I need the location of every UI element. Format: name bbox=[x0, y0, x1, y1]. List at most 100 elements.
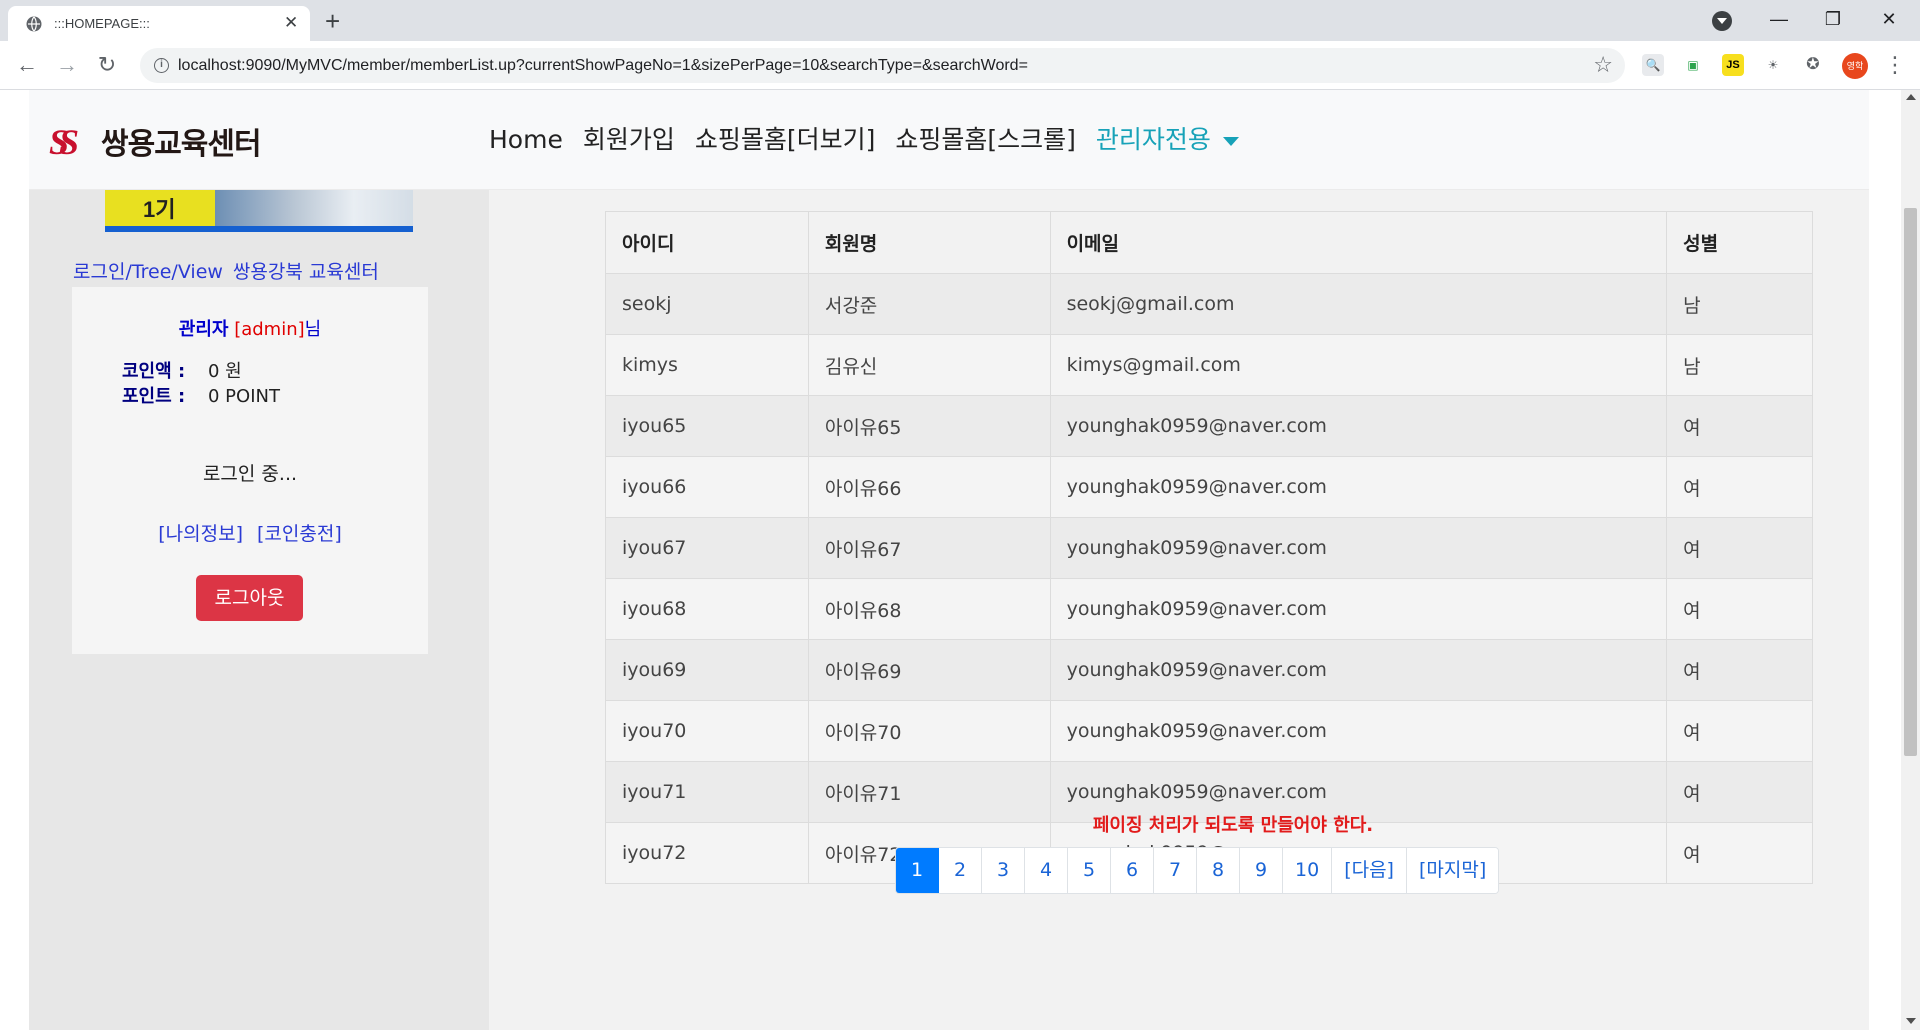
cell-gender: 남 bbox=[1666, 273, 1813, 335]
address-bar[interactable]: i localhost:9090/MyMVC/member/memberList… bbox=[140, 48, 1625, 83]
tab-search-icon[interactable] bbox=[1712, 11, 1732, 31]
cell-gender: 남 bbox=[1666, 334, 1813, 396]
menu-shop-scroll[interactable]: 쇼핑몰홈[스크롤] bbox=[885, 123, 1086, 157]
scroll-thumb[interactable] bbox=[1904, 208, 1917, 756]
account-links: [나의정보] [코인충전] bbox=[72, 519, 428, 546]
cell-name: 아이유67 bbox=[807, 517, 1051, 579]
page-link[interactable]: [마지막] bbox=[1406, 848, 1499, 893]
login-tree-view-link[interactable]: 로그인/Tree/View bbox=[73, 261, 223, 283]
logo-mark: SS bbox=[49, 122, 79, 162]
forward-arrow-icon[interactable]: → bbox=[52, 50, 82, 80]
cell-email: younghak0959@naver.com bbox=[1049, 456, 1668, 518]
back-arrow-icon[interactable]: ← bbox=[12, 50, 42, 80]
login-status: 로그인 중... bbox=[202, 463, 298, 485]
page-link[interactable]: 5 bbox=[1068, 848, 1111, 893]
cell-email: younghak0959@naver.com bbox=[1049, 517, 1668, 579]
page-link[interactable]: [다음] bbox=[1332, 848, 1407, 893]
table-row[interactable]: iyou65 아이유65 younghak0959@naver.com 여 bbox=[605, 395, 1813, 457]
table-row[interactable]: seokj 서강준 seokj@gmail.com 남 bbox=[605, 273, 1813, 335]
cell-id: iyou66 bbox=[605, 456, 809, 518]
center-link[interactable]: 쌍용강북 교육센터 bbox=[233, 261, 379, 283]
cell-email: seokj@gmail.com bbox=[1049, 273, 1668, 335]
tab-title: :::HOMEPAGE::: bbox=[54, 16, 150, 31]
cell-gender: 여 bbox=[1666, 639, 1813, 701]
restore-icon[interactable]: ❐ bbox=[1810, 4, 1856, 34]
page-link[interactable]: 10 bbox=[1283, 848, 1333, 893]
browser-tab[interactable]: :::HOMEPAGE::: ✕ bbox=[8, 6, 310, 41]
user-greeting: 관리자 [admin]님 bbox=[72, 315, 428, 341]
sidebar: 1기 로그인/Tree/View 쌍용강북 교육센터 관리자 [admin]님 코… bbox=[29, 190, 489, 1030]
menu-home[interactable]: Home bbox=[479, 123, 573, 157]
caret-down-icon bbox=[1222, 136, 1239, 146]
cell-email: younghak0959@naver.com bbox=[1049, 639, 1668, 701]
cell-email: younghak0959@naver.com bbox=[1049, 700, 1668, 762]
cell-gender: 여 bbox=[1666, 700, 1813, 762]
header-id: 아이디 bbox=[605, 211, 809, 274]
page-link[interactable]: 7 bbox=[1154, 848, 1197, 893]
page-link[interactable]: 4 bbox=[1025, 848, 1068, 893]
point-label: 포인트 : bbox=[122, 386, 186, 407]
table-row[interactable]: kimys 김유신 kimys@gmail.com 남 bbox=[605, 334, 1813, 396]
cell-id: iyou68 bbox=[605, 578, 809, 640]
tab-close-icon[interactable]: ✕ bbox=[284, 13, 298, 33]
url-text[interactable]: localhost:9090/MyMVC/member/memberList.u… bbox=[178, 57, 1028, 75]
header-gender: 성별 bbox=[1666, 211, 1813, 274]
page-link[interactable]: 8 bbox=[1197, 848, 1240, 893]
page-link[interactable]: 3 bbox=[982, 848, 1025, 893]
close-window-icon[interactable]: ✕ bbox=[1866, 4, 1912, 34]
scroll-down-arrow-icon[interactable] bbox=[1906, 1018, 1916, 1024]
logout-button[interactable]: 로그아웃 bbox=[196, 575, 303, 621]
cell-name: 김유신 bbox=[807, 334, 1051, 396]
cell-gender: 여 bbox=[1666, 578, 1813, 640]
page-link[interactable]: 2 bbox=[939, 848, 982, 893]
page-link[interactable]: 9 bbox=[1240, 848, 1283, 893]
profile-avatar[interactable]: 영학 bbox=[1842, 53, 1868, 79]
page-scrollbar[interactable] bbox=[1901, 90, 1920, 1030]
cell-gender: 여 bbox=[1666, 456, 1813, 518]
new-tab-button[interactable]: + bbox=[325, 6, 340, 36]
info-icon[interactable]: i bbox=[154, 58, 169, 73]
minimize-icon[interactable]: — bbox=[1756, 4, 1802, 34]
reload-icon[interactable]: ↻ bbox=[92, 50, 122, 80]
globe-icon bbox=[26, 16, 42, 32]
bookmark-star-icon[interactable]: ☆ bbox=[1593, 52, 1613, 78]
cell-id: iyou65 bbox=[605, 395, 809, 457]
page-link[interactable]: 1 bbox=[896, 848, 939, 893]
banner-label: 1기 bbox=[143, 197, 176, 222]
browser-tab-bar: :::HOMEPAGE::: ✕ + — ❐ ✕ bbox=[0, 0, 1920, 41]
menu-admin-label: 관리자전용 bbox=[1095, 125, 1211, 154]
table-row[interactable]: iyou70 아이유70 younghak0959@naver.com 여 bbox=[605, 700, 1813, 762]
table-header-row: 아이디 회원명 이메일 성별 bbox=[605, 211, 1813, 274]
menu-admin-dropdown[interactable]: 관리자전용 bbox=[1086, 123, 1249, 157]
coin-charge-link[interactable]: [코인충전] bbox=[257, 523, 342, 545]
header-name: 회원명 bbox=[807, 211, 1051, 274]
pagination: 1 2 3 4 5 6 7 8 9 10 [다음] [마지막] bbox=[895, 847, 1500, 894]
table-row[interactable]: iyou67 아이유67 younghak0959@naver.com 여 bbox=[605, 517, 1813, 579]
point-value: 0 POINT bbox=[208, 386, 280, 407]
login-info-box: 관리자 [admin]님 코인액 : 0 원 포인트 : 0 POINT 로그인 중… bbox=[72, 287, 428, 654]
table-row[interactable]: iyou69 아이유69 younghak0959@naver.com 여 bbox=[605, 639, 1813, 701]
extension-screen-icon[interactable]: ▣ bbox=[1682, 54, 1704, 76]
page-container: SS 쌍용교육센터 Home 회원가입 쇼핑몰홈[더보기] 쇼핑몰홈[스크롤] … bbox=[29, 90, 1869, 1030]
site-navbar: SS 쌍용교육센터 Home 회원가입 쇼핑몰홈[더보기] 쇼핑몰홈[스크롤] … bbox=[29, 90, 1869, 190]
logo-text: 쌍용교육센터 bbox=[101, 127, 262, 162]
cell-name: 아이유66 bbox=[807, 456, 1051, 518]
menu-shop-more[interactable]: 쇼핑몰홈[더보기] bbox=[685, 123, 886, 157]
extension-magnifier-icon[interactable]: 🔍 bbox=[1642, 54, 1664, 76]
my-info-link[interactable]: [나의정보] bbox=[158, 523, 243, 545]
menu-register[interactable]: 회원가입 bbox=[573, 123, 685, 157]
page-link[interactable]: 6 bbox=[1111, 848, 1154, 893]
page-viewport: SS 쌍용교육센터 Home 회원가입 쇼핑몰홈[더보기] 쇼핑몰홈[스크롤] … bbox=[0, 90, 1901, 1030]
extension-bug-icon[interactable]: ☀ bbox=[1762, 54, 1784, 76]
extension-js-icon[interactable]: JS bbox=[1722, 54, 1744, 76]
table-row[interactable]: iyou66 아이유66 younghak0959@naver.com 여 bbox=[605, 456, 1813, 518]
sidebar-links: 로그인/Tree/View 쌍용강북 교육센터 bbox=[73, 257, 389, 284]
cell-name: 서강준 bbox=[807, 273, 1051, 335]
browser-menu-icon[interactable]: ⋮ bbox=[1884, 51, 1906, 79]
extensions-puzzle-icon[interactable]: ✪ bbox=[1802, 54, 1824, 76]
scroll-up-arrow-icon[interactable] bbox=[1906, 94, 1916, 100]
table-row[interactable]: iyou68 아이유68 younghak0959@naver.com 여 bbox=[605, 578, 1813, 640]
coin-label: 코인액 : bbox=[122, 361, 186, 382]
cell-name: 아이유70 bbox=[807, 700, 1051, 762]
paging-notice: 페이징 처리가 되도록 만들어야 한다. bbox=[1092, 815, 1374, 836]
